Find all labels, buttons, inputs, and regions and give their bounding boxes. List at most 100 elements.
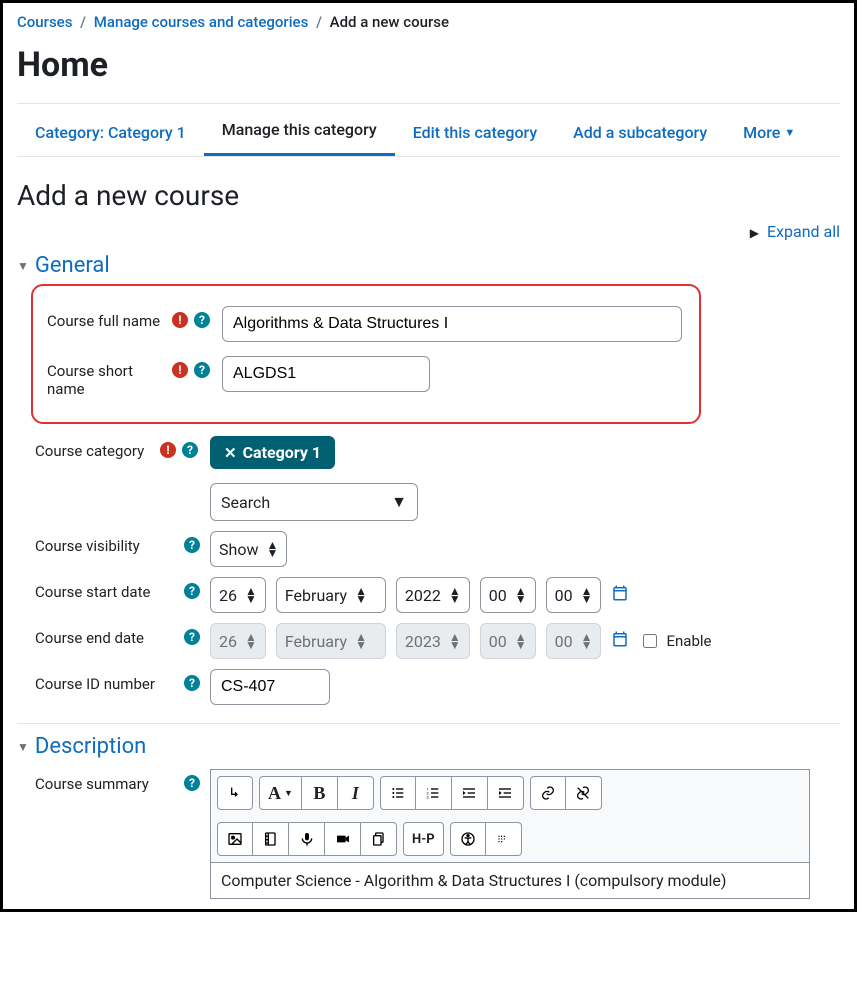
remove-chip-icon[interactable]: ✕ (224, 444, 237, 462)
editor-unlink-button[interactable] (566, 776, 602, 810)
select-start-day[interactable]: 26▲▼ (210, 577, 266, 613)
select-end-hour: 00 ▲▼ (480, 623, 536, 659)
editor-h5p-button[interactable]: H-P (403, 822, 444, 856)
label-id-number: Course ID number (35, 669, 160, 693)
font-a-icon: A (268, 783, 281, 804)
page-title: Home (17, 45, 840, 85)
editor-image-button[interactable] (217, 822, 253, 856)
collapse-icon: ▼ (17, 259, 29, 273)
dropdown-icon: ▼ (391, 492, 407, 512)
category-chip-label: Category 1 (243, 443, 321, 462)
help-icon[interactable]: ? (184, 629, 200, 645)
required-icon: ! (172, 312, 188, 328)
editor-numbered-list-button[interactable]: 123 (416, 776, 452, 810)
tab-category[interactable]: Category: Category 1 (17, 107, 204, 156)
editor-indent-button[interactable] (488, 776, 524, 810)
breadcrumb-sep: / (80, 13, 86, 31)
tab-add-sub[interactable]: Add a subcategory (555, 107, 725, 156)
sort-arrows-icon: ▲▼ (266, 541, 278, 557)
bold-icon: B (313, 783, 325, 804)
help-icon[interactable]: ? (184, 675, 200, 691)
select-visibility[interactable]: Show ▲▼ (210, 531, 287, 567)
help-icon[interactable]: ? (182, 442, 198, 458)
caret-right-icon: ▶ (750, 226, 759, 240)
tab-edit-this[interactable]: Edit this category (395, 107, 555, 156)
editor-summary: A ▼ B I 123 (210, 769, 810, 899)
required-icon: ! (160, 442, 176, 458)
label-category: Course category (35, 436, 160, 460)
section-general-header[interactable]: ▼ General (17, 253, 840, 278)
help-icon[interactable]: ? (184, 775, 200, 791)
section-description-header[interactable]: ▼ Description (17, 734, 840, 759)
select-start-min[interactable]: 00 ▲▼ (546, 577, 602, 613)
select-end-day: 26 ▲▼ (210, 623, 266, 659)
expand-all-link[interactable]: ▶ Expand all (750, 222, 840, 241)
sort-arrows-icon: ▲▼ (515, 633, 527, 649)
breadcrumb-courses[interactable]: Courses (17, 13, 72, 31)
tab-more-label: More (743, 123, 780, 142)
editor-screenreader-button[interactable] (486, 822, 522, 856)
input-full-name[interactable] (222, 306, 682, 342)
tabbar: Category: Category 1 Manage this categor… (17, 104, 840, 157)
section-description-title: Description (35, 734, 146, 759)
select-end-day-value: 26 (219, 632, 237, 651)
breadcrumb-sep: / (316, 13, 322, 31)
h5p-icon: H-P (412, 832, 435, 847)
sort-arrows-icon: ▲▼ (515, 587, 527, 603)
input-id-number[interactable] (210, 669, 330, 705)
label-visibility: Course visibility (35, 531, 160, 555)
select-start-hour[interactable]: 00 ▲▼ (480, 577, 536, 613)
editor-media-button[interactable] (253, 822, 289, 856)
enable-end-date[interactable]: Enable (639, 631, 711, 651)
help-icon[interactable]: ? (194, 312, 210, 328)
label-start-date: Course start date (35, 577, 160, 601)
breadcrumb-manage[interactable]: Manage courses and categories (94, 13, 309, 31)
select-start-month[interactable]: February▲▼ (276, 577, 386, 613)
collapse-icon: ▼ (17, 740, 29, 754)
calendar-icon[interactable] (611, 630, 629, 653)
editor-toggle-toolbar-button[interactable] (217, 776, 253, 810)
section-general-title: General (35, 253, 110, 278)
italic-icon: I (352, 783, 359, 804)
help-icon[interactable]: ? (194, 362, 210, 378)
label-summary: Course summary (35, 769, 160, 793)
editor-video-button[interactable] (325, 822, 361, 856)
editor-bullet-list-button[interactable] (380, 776, 416, 810)
select-visibility-value: Show (219, 540, 258, 559)
enable-checkbox[interactable] (643, 634, 657, 648)
editor-italic-button[interactable]: I (338, 776, 374, 810)
input-short-name[interactable] (222, 356, 430, 392)
help-icon[interactable]: ? (184, 537, 200, 553)
editor-outdent-button[interactable] (452, 776, 488, 810)
select-start-min-value: 00 (555, 586, 573, 605)
editor-microphone-button[interactable] (289, 822, 325, 856)
category-search-select[interactable]: Search ▼ (210, 483, 418, 521)
select-end-min: 00▲▼ (546, 623, 602, 659)
select-start-year[interactable]: 2022▲▼ (396, 577, 470, 613)
editor-link-button[interactable] (530, 776, 566, 810)
editor-paragraph-style-button[interactable]: A ▼ (259, 776, 302, 810)
select-start-month-value: February (285, 586, 347, 605)
category-chip[interactable]: ✕ Category 1 (210, 436, 335, 469)
calendar-icon[interactable] (611, 584, 629, 607)
help-icon[interactable]: ? (184, 583, 200, 599)
required-icon: ! (172, 362, 188, 378)
tab-manage-this[interactable]: Manage this category (204, 104, 395, 156)
select-end-year-value: 2023 (405, 632, 441, 651)
select-start-day-value: 26 (219, 586, 237, 605)
editor-manage-files-button[interactable] (361, 822, 397, 856)
tab-more[interactable]: More ▼ (725, 107, 813, 156)
select-end-hour-value: 00 (489, 632, 507, 651)
breadcrumb-current: Add a new course (330, 13, 449, 31)
sort-arrows-icon: ▲▼ (245, 633, 257, 649)
select-start-hour-value: 00 (489, 586, 507, 605)
label-short-name: Course short name (47, 356, 172, 398)
editor-bold-button[interactable]: B (302, 776, 338, 810)
editor-content[interactable]: Computer Science - Algorithm & Data Stru… (211, 862, 809, 898)
form-heading: Add a new course (17, 179, 840, 212)
sort-arrows-icon: ▲▼ (581, 587, 593, 603)
sort-arrows-icon: ▲▼ (449, 633, 461, 649)
editor-toolbar: A ▼ B I 123 (211, 770, 809, 862)
editor-accessibility-button[interactable] (450, 822, 486, 856)
select-end-year: 2023 ▲▼ (396, 623, 470, 659)
